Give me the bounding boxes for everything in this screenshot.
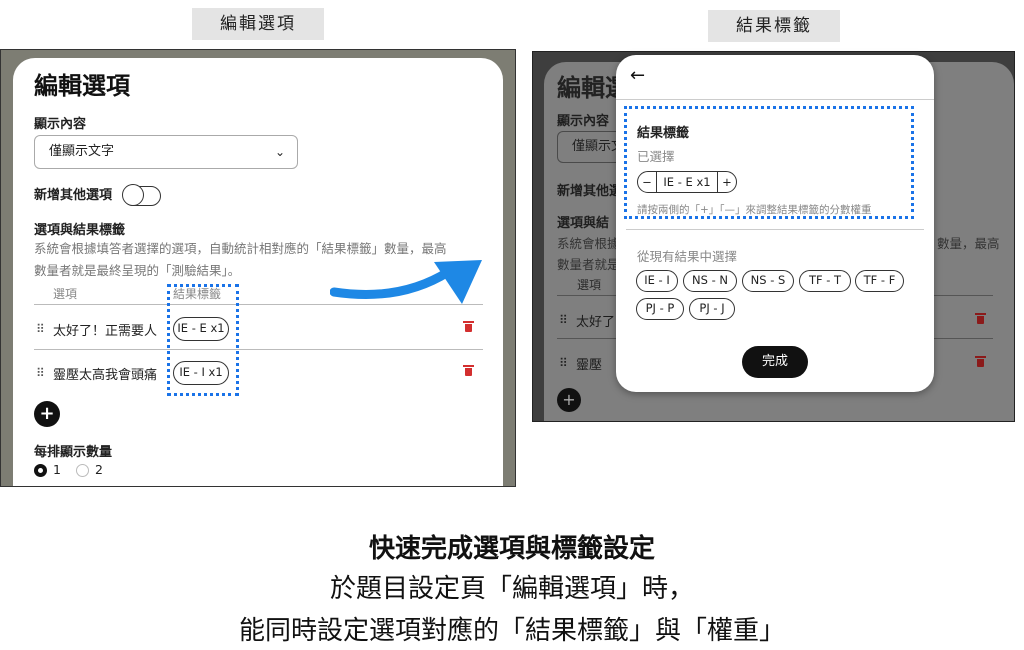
option-text[interactable]: 太好了！正需要人	[53, 320, 171, 339]
per-row-label: 每排顯示數量	[34, 445, 113, 460]
radio-1-label: 1	[53, 462, 61, 477]
dimmed-desc-left-2: 數量者就是	[557, 257, 620, 272]
table-row: ⠿ 靈壓太高我會頭痛 IE - I x1	[34, 353, 483, 393]
display-content-label: 顯示內容	[34, 117, 87, 132]
option-text[interactable]: 靈壓太高我會頭痛	[53, 364, 171, 383]
dimmed-desc-right-1: 數量，最高	[937, 236, 1000, 251]
add-other-toggle[interactable]	[122, 184, 161, 206]
add-option-button[interactable]: +	[34, 401, 60, 427]
bottom-title: 快速完成選項與標籤設定	[368, 534, 655, 564]
selected-tag-highlight	[624, 106, 914, 219]
trash-icon	[975, 313, 986, 324]
left-caption: 編輯選項	[192, 8, 324, 40]
tag-option[interactable]: PJ - J	[689, 298, 735, 320]
drag-handle-icon[interactable]: ⠿	[36, 366, 45, 380]
tag-option[interactable]: NS - N	[683, 270, 737, 292]
display-content-select[interactable]: 僅顯示文字 ⌄	[34, 135, 298, 169]
dimmed-add-other-label: 新增其他選	[557, 184, 623, 199]
description-line-1: 系統會根據填答者選擇的選項，自動統計相對應的「結果標籤」數量，最高	[34, 241, 447, 256]
arrow-right-icon	[330, 260, 482, 304]
divider	[34, 349, 483, 350]
right-caption: 結果標籤	[708, 10, 840, 42]
table-row: ⠿ 太好了！正需要人 IE - E x1	[34, 309, 483, 349]
tag-option[interactable]: IE - I	[636, 270, 678, 292]
page-title: 編輯選項	[34, 72, 130, 100]
choose-existing-label: 從現有結果中選擇	[637, 249, 738, 264]
drag-handle-icon[interactable]: ⠿	[36, 322, 45, 336]
dimmed-row-1: 太好了	[576, 315, 616, 330]
toggle-knob	[122, 184, 144, 206]
options-section-label: 選項與結果標籤	[34, 223, 126, 238]
dimmed-add-button: +	[557, 388, 581, 412]
bottom-line-2: 能同時設定選項對應的「結果標籤」與「權重」	[238, 616, 785, 646]
tag-option[interactable]: PJ - P	[636, 298, 684, 320]
drag-handle-icon: ⠿	[559, 313, 568, 327]
tag-option[interactable]: NS - S	[742, 270, 794, 292]
drag-handle-icon: ⠿	[559, 356, 568, 370]
radio-2[interactable]	[76, 464, 89, 477]
tag-column-highlight	[167, 284, 239, 396]
done-button[interactable]: 完成	[742, 346, 808, 378]
tag-option[interactable]: TF - F	[855, 270, 904, 292]
dimmed-options-label: 選項與結	[557, 216, 610, 231]
trash-icon	[975, 356, 986, 367]
arrow-left-icon[interactable]: ←	[630, 65, 645, 86]
divider	[626, 229, 924, 230]
display-content-value: 僅顯示文字	[49, 144, 115, 159]
bottom-line-1: 於題目設定頁「編輯選項」時，	[329, 574, 694, 604]
tag-option[interactable]: TF - T	[799, 270, 851, 292]
chevron-down-icon: ⌄	[274, 145, 285, 159]
radio-2-label: 2	[95, 462, 103, 477]
divider	[616, 99, 934, 100]
add-other-label: 新增其他選項	[34, 188, 113, 203]
dimmed-display-label: 顯示內容	[557, 114, 610, 129]
trash-icon[interactable]	[463, 365, 474, 376]
dimmed-col-option: 選項	[577, 278, 602, 292]
radio-1[interactable]	[34, 464, 47, 477]
dimmed-row-2: 靈壓	[576, 358, 603, 373]
trash-icon[interactable]	[463, 321, 474, 332]
column-header-option: 選項	[53, 287, 78, 301]
dimmed-desc-left-1: 系統會根據	[557, 236, 620, 251]
